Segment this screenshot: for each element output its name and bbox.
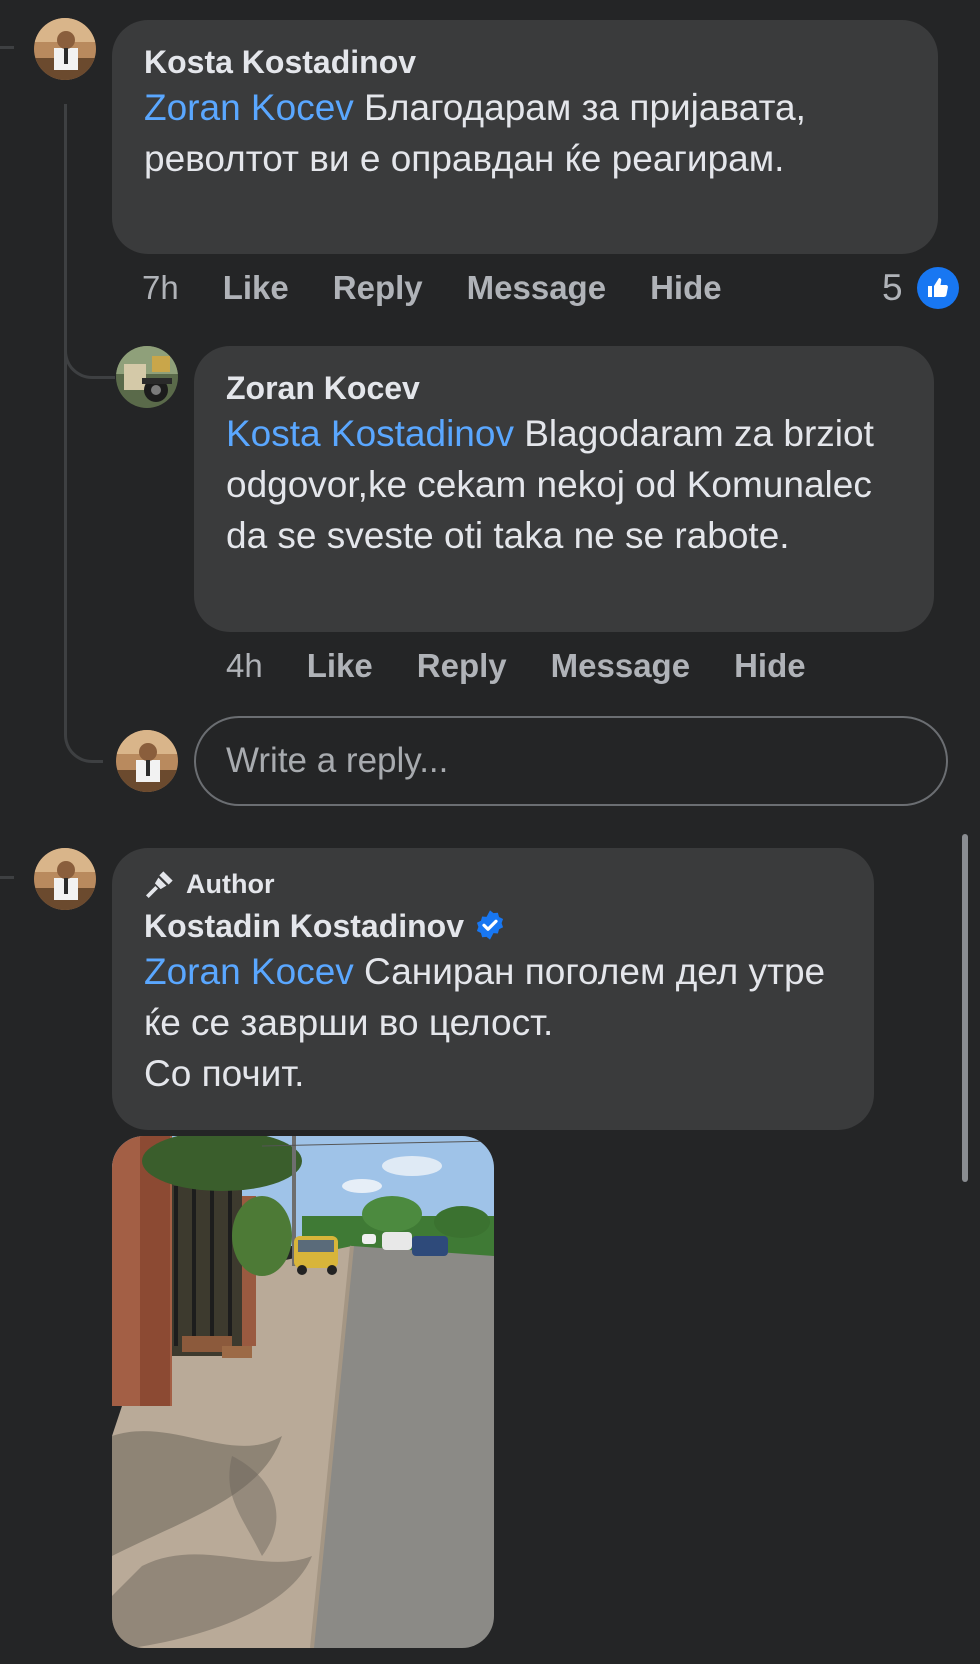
comment-bubble: Kosta Kostadinov Zoran Kocev Благодарам … bbox=[112, 20, 938, 254]
comment-photo[interactable] bbox=[112, 1136, 494, 1648]
hide-button[interactable]: Hide bbox=[650, 269, 722, 307]
message-button[interactable]: Message bbox=[551, 647, 690, 685]
mention-link[interactable]: Zoran Kocev bbox=[144, 951, 354, 992]
comment-text: Kosta Kostadinov Blagodaram za brziot od… bbox=[226, 408, 902, 561]
author-badge-label: Author bbox=[186, 868, 275, 899]
like-button[interactable]: Like bbox=[223, 269, 289, 307]
comment-author[interactable]: Zoran Kocev bbox=[226, 368, 902, 408]
reaction-count: 5 bbox=[882, 267, 903, 308]
comment-text: Zoran Kocev Саниран поголем дел утре ќе … bbox=[144, 946, 842, 1099]
reaction-summary[interactable]: 5 bbox=[882, 266, 959, 310]
comment-signoff: Со почит. bbox=[144, 1053, 305, 1094]
verified-badge-icon bbox=[476, 910, 504, 940]
author-badge: Author bbox=[144, 868, 842, 900]
comment-actions: 4h Like Reply Message Hide bbox=[226, 644, 850, 688]
like-button[interactable]: Like bbox=[307, 647, 373, 685]
message-button[interactable]: Message bbox=[467, 269, 606, 307]
comment-author[interactable]: Kosta Kostadinov bbox=[144, 42, 906, 82]
comment-text: Zoran Kocev Благодарам за пријавата, рев… bbox=[144, 82, 906, 184]
avatar[interactable] bbox=[34, 848, 96, 910]
comment-timestamp[interactable]: 7h bbox=[142, 269, 179, 307]
avatar[interactable] bbox=[34, 18, 96, 80]
reply-button[interactable]: Reply bbox=[333, 269, 423, 307]
avatar bbox=[116, 730, 178, 792]
reply-button[interactable]: Reply bbox=[417, 647, 507, 685]
hide-button[interactable]: Hide bbox=[734, 647, 806, 685]
comment-bubble: Zoran Kocev Kosta Kostadinov Blagodaram … bbox=[194, 346, 934, 632]
like-icon bbox=[916, 267, 959, 309]
reply-input[interactable] bbox=[194, 716, 948, 806]
mention-link[interactable]: Kosta Kostadinov bbox=[226, 413, 514, 454]
thread-stub-line bbox=[0, 46, 14, 49]
comment-timestamp[interactable]: 4h bbox=[226, 647, 263, 685]
thread-stub-line bbox=[0, 876, 14, 879]
comment-author[interactable]: Kostadin Kostadinov bbox=[144, 906, 842, 946]
microphone-icon bbox=[146, 871, 173, 898]
avatar[interactable] bbox=[116, 346, 178, 408]
comment-thread: Kosta Kostadinov Zoran Kocev Благодарам … bbox=[0, 0, 980, 1664]
scrollbar[interactable] bbox=[962, 834, 968, 1182]
thread-branch-line bbox=[64, 300, 115, 379]
comment-author-name: Kostadin Kostadinov bbox=[144, 908, 465, 944]
comment-bubble: Author Kostadin Kostadinov Zoran Kocev С… bbox=[112, 848, 874, 1130]
comment-actions: 7h Like Reply Message Hide bbox=[142, 266, 766, 310]
thread-connector-line bbox=[64, 104, 103, 763]
mention-link[interactable]: Zoran Kocev bbox=[144, 87, 354, 128]
